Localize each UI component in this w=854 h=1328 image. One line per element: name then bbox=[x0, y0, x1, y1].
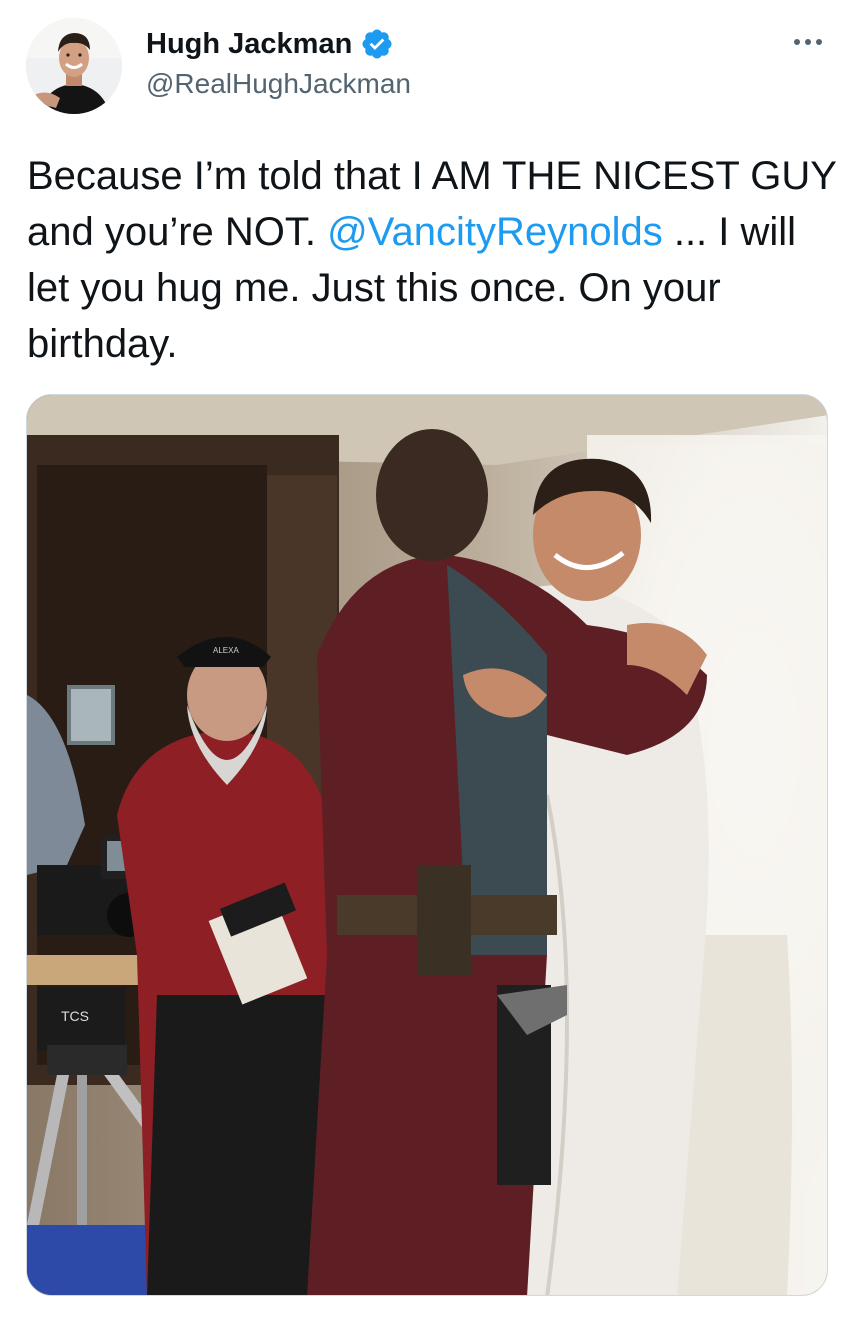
more-options-icon[interactable] bbox=[788, 26, 828, 56]
cap-label: ALEXA bbox=[213, 646, 239, 655]
tweet-photo[interactable]: TCS ALEXA bbox=[26, 394, 828, 1296]
author-name-row[interactable]: Hugh Jackman bbox=[146, 24, 394, 64]
avatar-photo-icon bbox=[26, 18, 122, 114]
author-name[interactable]: Hugh Jackman bbox=[146, 28, 352, 61]
author-handle[interactable]: @RealHughJackman bbox=[146, 68, 411, 100]
verified-badge-icon bbox=[362, 29, 392, 59]
author-avatar[interactable] bbox=[26, 18, 122, 114]
photo-illustration: TCS ALEXA bbox=[27, 395, 827, 1295]
tweet-text: Because I’m told that I AM THE NICEST GU… bbox=[27, 148, 837, 372]
camera-label: TCS bbox=[61, 1008, 89, 1024]
tweet-card: Hugh Jackman @RealHughJackman Because I’… bbox=[0, 0, 854, 1328]
mention-link[interactable]: @VancityReynolds bbox=[327, 210, 663, 254]
